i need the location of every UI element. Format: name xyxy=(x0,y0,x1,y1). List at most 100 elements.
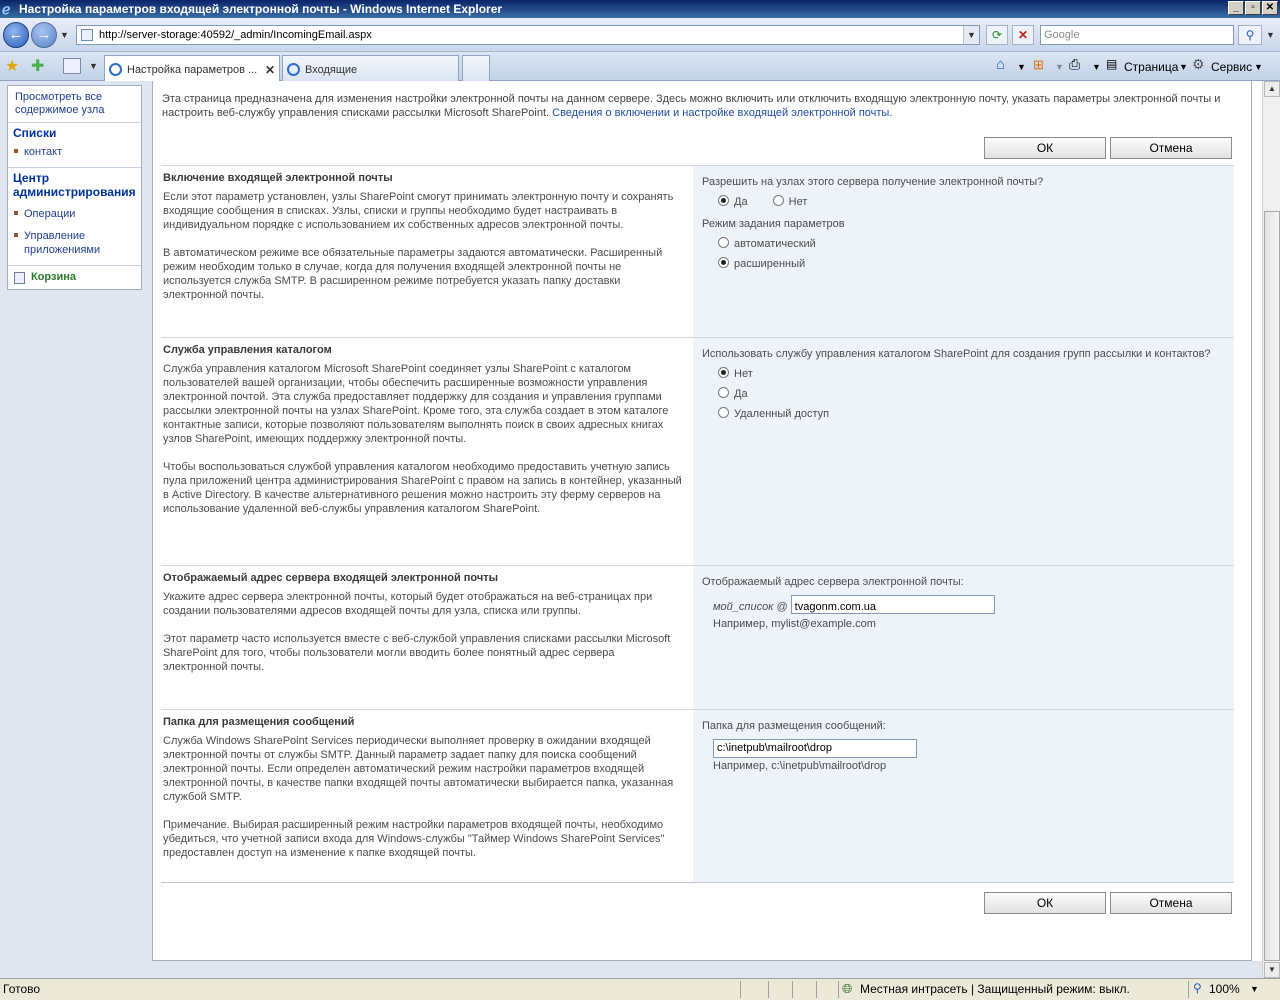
add-favorite-icon[interactable]: ✚ xyxy=(31,56,44,76)
address-example: Например, mylist@example.com xyxy=(713,618,876,630)
intro-text: Эта страница предназначена для изменения… xyxy=(162,92,1242,120)
view-all-content-link[interactable]: Просмотреть все содержимое узла xyxy=(8,86,141,122)
page-dropdown-icon[interactable]: ▼ xyxy=(1179,62,1188,72)
feeds-dropdown-icon[interactable]: ▼ xyxy=(1055,62,1064,72)
radio-label: Нет xyxy=(734,368,753,380)
tab-label: Входящие xyxy=(305,64,358,76)
cancel-button-bottom[interactable]: Отмена xyxy=(1110,892,1232,914)
cancel-button-top[interactable]: Отмена xyxy=(1110,137,1232,159)
print-dropdown-icon[interactable]: ▼ xyxy=(1092,62,1101,72)
recycle-bin-link[interactable]: Корзина xyxy=(8,265,141,289)
page-menu[interactable]: Страница xyxy=(1124,60,1178,74)
window-titlebar: ℯ Настройка параметров входящей электрон… xyxy=(0,0,1280,18)
radio-label: Удаленный доступ xyxy=(734,408,830,420)
vertical-scrollbar[interactable]: ▲ ▼ xyxy=(1262,81,1280,978)
ie-tab-icon xyxy=(109,63,122,76)
security-zone[interactable]: Местная интрасеть | Защищенный режим: вы… xyxy=(860,982,1130,996)
close-tab-icon[interactable]: ✕ xyxy=(265,63,275,77)
tab-incoming-email[interactable]: Настройка параметров ... ✕ xyxy=(104,55,280,81)
directory-no-radio[interactable]: Нет xyxy=(702,367,1234,387)
minimize-button[interactable]: _ xyxy=(1228,1,1244,15)
mode-auto-radio[interactable]: автоматический xyxy=(702,237,1234,257)
tab-inbox[interactable]: Входящие xyxy=(282,55,459,81)
maximize-button[interactable]: ▫ xyxy=(1245,1,1261,15)
zoom-level[interactable]: 100% xyxy=(1209,982,1240,996)
scroll-up-icon[interactable]: ▲ xyxy=(1264,81,1280,97)
close-window-button[interactable]: ✕ xyxy=(1262,1,1278,15)
feeds-icon[interactable]: ⊞ xyxy=(1033,57,1044,73)
enable-no-radio[interactable]: Нет xyxy=(772,195,808,208)
tools-dropdown-icon[interactable]: ▼ xyxy=(1254,62,1263,72)
ok-button-bottom[interactable]: ОК xyxy=(984,892,1106,914)
tools-menu[interactable]: Сервис xyxy=(1211,60,1252,74)
search-input[interactable]: Google xyxy=(1040,25,1234,45)
zoom-dropdown-icon[interactable]: ▼ xyxy=(1250,984,1259,994)
admin-center-heading[interactable]: Центр администрирования xyxy=(8,167,141,202)
status-divider xyxy=(1188,981,1189,998)
scroll-down-icon[interactable]: ▼ xyxy=(1264,962,1280,978)
directory-remote-radio[interactable]: Удаленный доступ xyxy=(702,407,1234,427)
gear-icon[interactable]: ⚙ xyxy=(1192,56,1205,73)
sidebar-item-contacts[interactable]: контакт xyxy=(8,143,141,161)
section-description: Служба управления каталогом Служба управ… xyxy=(161,338,692,565)
status-divider xyxy=(792,981,793,998)
navigation-bar: ← → ▼ http://server-storage:40592/_admin… xyxy=(0,18,1280,52)
email-server-field[interactable]: tvagonm.com.ua xyxy=(790,595,995,614)
section-paragraph: Примечание. Выбирая расширенный режим на… xyxy=(163,819,665,859)
history-dropdown-icon[interactable]: ▼ xyxy=(60,30,69,40)
scroll-thumb[interactable] xyxy=(1264,211,1280,961)
page-icon xyxy=(81,29,93,41)
new-tab-button[interactable] xyxy=(462,55,490,81)
directory-yes-radio[interactable]: Да xyxy=(702,387,1234,407)
section-divider xyxy=(161,882,1234,883)
section-enable-incoming: Включение входящей электронной почты Есл… xyxy=(161,165,1234,337)
drop-folder-field[interactable]: c:\inetpub\mailroot\drop xyxy=(713,739,917,758)
section-drop-folder: Папка для размещения сообщений Служба Wi… xyxy=(161,709,1234,882)
status-text: Готово xyxy=(3,982,41,996)
tab-label: Настройка параметров ... xyxy=(127,64,258,76)
sidebar-item-operations[interactable]: Операции xyxy=(8,205,141,223)
favorites-star-icon[interactable]: ★ xyxy=(5,56,19,76)
radio-label: расширенный xyxy=(734,258,806,270)
status-divider xyxy=(816,981,817,998)
stop-button[interactable]: ✕ xyxy=(1012,25,1034,45)
tab-list-icon[interactable]: ▼ xyxy=(89,61,98,71)
section-paragraph: Укажите адрес сервера электронной почты,… xyxy=(163,591,653,617)
page-menu-icon[interactable]: ▤ xyxy=(1106,57,1117,71)
section-description: Отображаемый адрес сервера входящей элек… xyxy=(161,566,692,709)
address-url[interactable]: http://server-storage:40592/_admin/Incom… xyxy=(99,29,372,41)
radio-label: Да xyxy=(734,388,748,400)
section-controls: Использовать службу управления каталогом… xyxy=(693,338,1234,565)
radio-label: Да xyxy=(734,196,748,208)
search-icon[interactable]: ⚲ xyxy=(1238,25,1262,45)
quick-tabs-icon[interactable] xyxy=(63,58,81,74)
enable-yes-radio[interactable]: Да xyxy=(718,195,748,208)
mode-advanced-radio[interactable]: расширенный xyxy=(702,257,1234,277)
bullet-icon xyxy=(14,211,18,215)
sidebar-item-label: Управление приложениями xyxy=(24,230,101,256)
sidebar-item-app-management[interactable]: Управление приложениями xyxy=(8,227,141,259)
home-dropdown-icon[interactable]: ▼ xyxy=(1017,62,1026,72)
help-link[interactable]: Сведения о включении и настройке входяще… xyxy=(552,107,892,119)
recycle-bin-label: Корзина xyxy=(31,271,76,283)
lists-heading[interactable]: Списки xyxy=(8,122,141,143)
home-icon[interactable]: ⌂ xyxy=(996,56,1005,73)
zoom-icon[interactable]: ⚲ xyxy=(1193,981,1202,995)
radio-label: Нет xyxy=(788,196,808,208)
print-icon[interactable]: ⎙ xyxy=(1069,56,1080,73)
address-label: Отображаемый адрес сервера электронной п… xyxy=(702,576,964,588)
back-button[interactable]: ← xyxy=(3,22,29,48)
tab-bar: ★ ✚ ▼ Настройка параметров ... ✕ Входящи… xyxy=(0,52,1280,81)
address-dropdown-icon[interactable]: ▼ xyxy=(963,26,979,44)
address-bar[interactable]: http://server-storage:40592/_admin/Incom… xyxy=(76,25,980,45)
ok-button-top[interactable]: ОК xyxy=(984,137,1106,159)
radio-label: автоматический xyxy=(734,238,816,250)
section-description: Включение входящей электронной почты Есл… xyxy=(161,166,692,337)
section-display-address: Отображаемый адрес сервера входящей элек… xyxy=(161,565,1234,709)
bullet-icon xyxy=(14,233,18,237)
ie-tab-icon xyxy=(287,63,300,76)
forward-button[interactable]: → xyxy=(31,22,57,48)
search-options-icon[interactable]: ▼ xyxy=(1266,30,1275,40)
refresh-button[interactable]: ⟳ xyxy=(986,25,1008,45)
window-title: Настройка параметров входящей электронно… xyxy=(19,2,503,16)
